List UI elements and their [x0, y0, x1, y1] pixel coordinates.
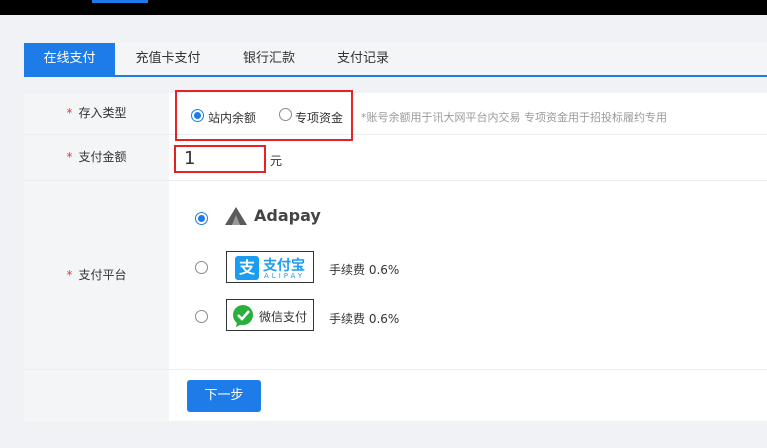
deposit-type-note: *账号余额用于讯大网平台内交易 专项资金用于招投标履约专用	[361, 111, 667, 124]
adapay-name: Adapay	[254, 206, 321, 225]
alipay-icon: 支	[235, 256, 259, 280]
action-label-cell	[24, 370, 169, 421]
tab-online-payment[interactable]: 在线支付	[24, 43, 115, 75]
amount-input[interactable]: 1	[174, 145, 266, 173]
payment-tabs: 在线支付 充值卡支付 银行汇款 支付记录	[24, 43, 767, 77]
top-nav-active-indicator	[92, 0, 148, 3]
wechat-pay-logo[interactable]: 微信支付	[226, 299, 314, 331]
row-divider	[24, 134, 767, 135]
alipay-logo[interactable]: 支 支付宝 ALIPAY	[226, 251, 314, 283]
radio-adapay[interactable]	[195, 212, 208, 225]
wechat-fee: 手续费 0.6%	[329, 312, 400, 326]
row-divider	[24, 369, 767, 370]
radio-alipay[interactable]	[195, 261, 208, 274]
payment-form: * 存入类型 * 支付金额 * 支付平台 站内余额 专项资金 *账号余额用于讯大网平台…	[24, 90, 767, 421]
wechat-pay-icon	[231, 305, 255, 330]
adapay-logo-icon	[224, 206, 248, 229]
radio-special-fund[interactable]	[279, 108, 292, 121]
deposit-type-label: * 存入类型	[24, 93, 169, 134]
top-nav-bar	[0, 0, 767, 15]
wechat-pay-name: 微信支付	[259, 310, 308, 324]
tab-bank-transfer[interactable]: 银行汇款	[222, 43, 316, 75]
platform-label: * 支付平台	[24, 181, 169, 369]
radio-wechat[interactable]	[195, 310, 208, 323]
radio-site-balance[interactable]	[191, 109, 204, 122]
tab-card-payment[interactable]: 充值卡支付	[119, 43, 217, 75]
special-fund-label: 专项资金	[295, 111, 344, 125]
alipay-fee: 手续费 0.6%	[329, 263, 400, 277]
tab-payment-records[interactable]: 支付记录	[318, 43, 408, 75]
amount-label: * 支付金额	[24, 135, 169, 180]
alipay-sub: ALIPAY	[264, 272, 306, 280]
row-divider	[24, 180, 767, 181]
site-balance-label: 站内余额	[208, 111, 257, 125]
amount-unit: 元	[270, 154, 283, 168]
next-step-button[interactable]: 下一步	[187, 380, 261, 412]
